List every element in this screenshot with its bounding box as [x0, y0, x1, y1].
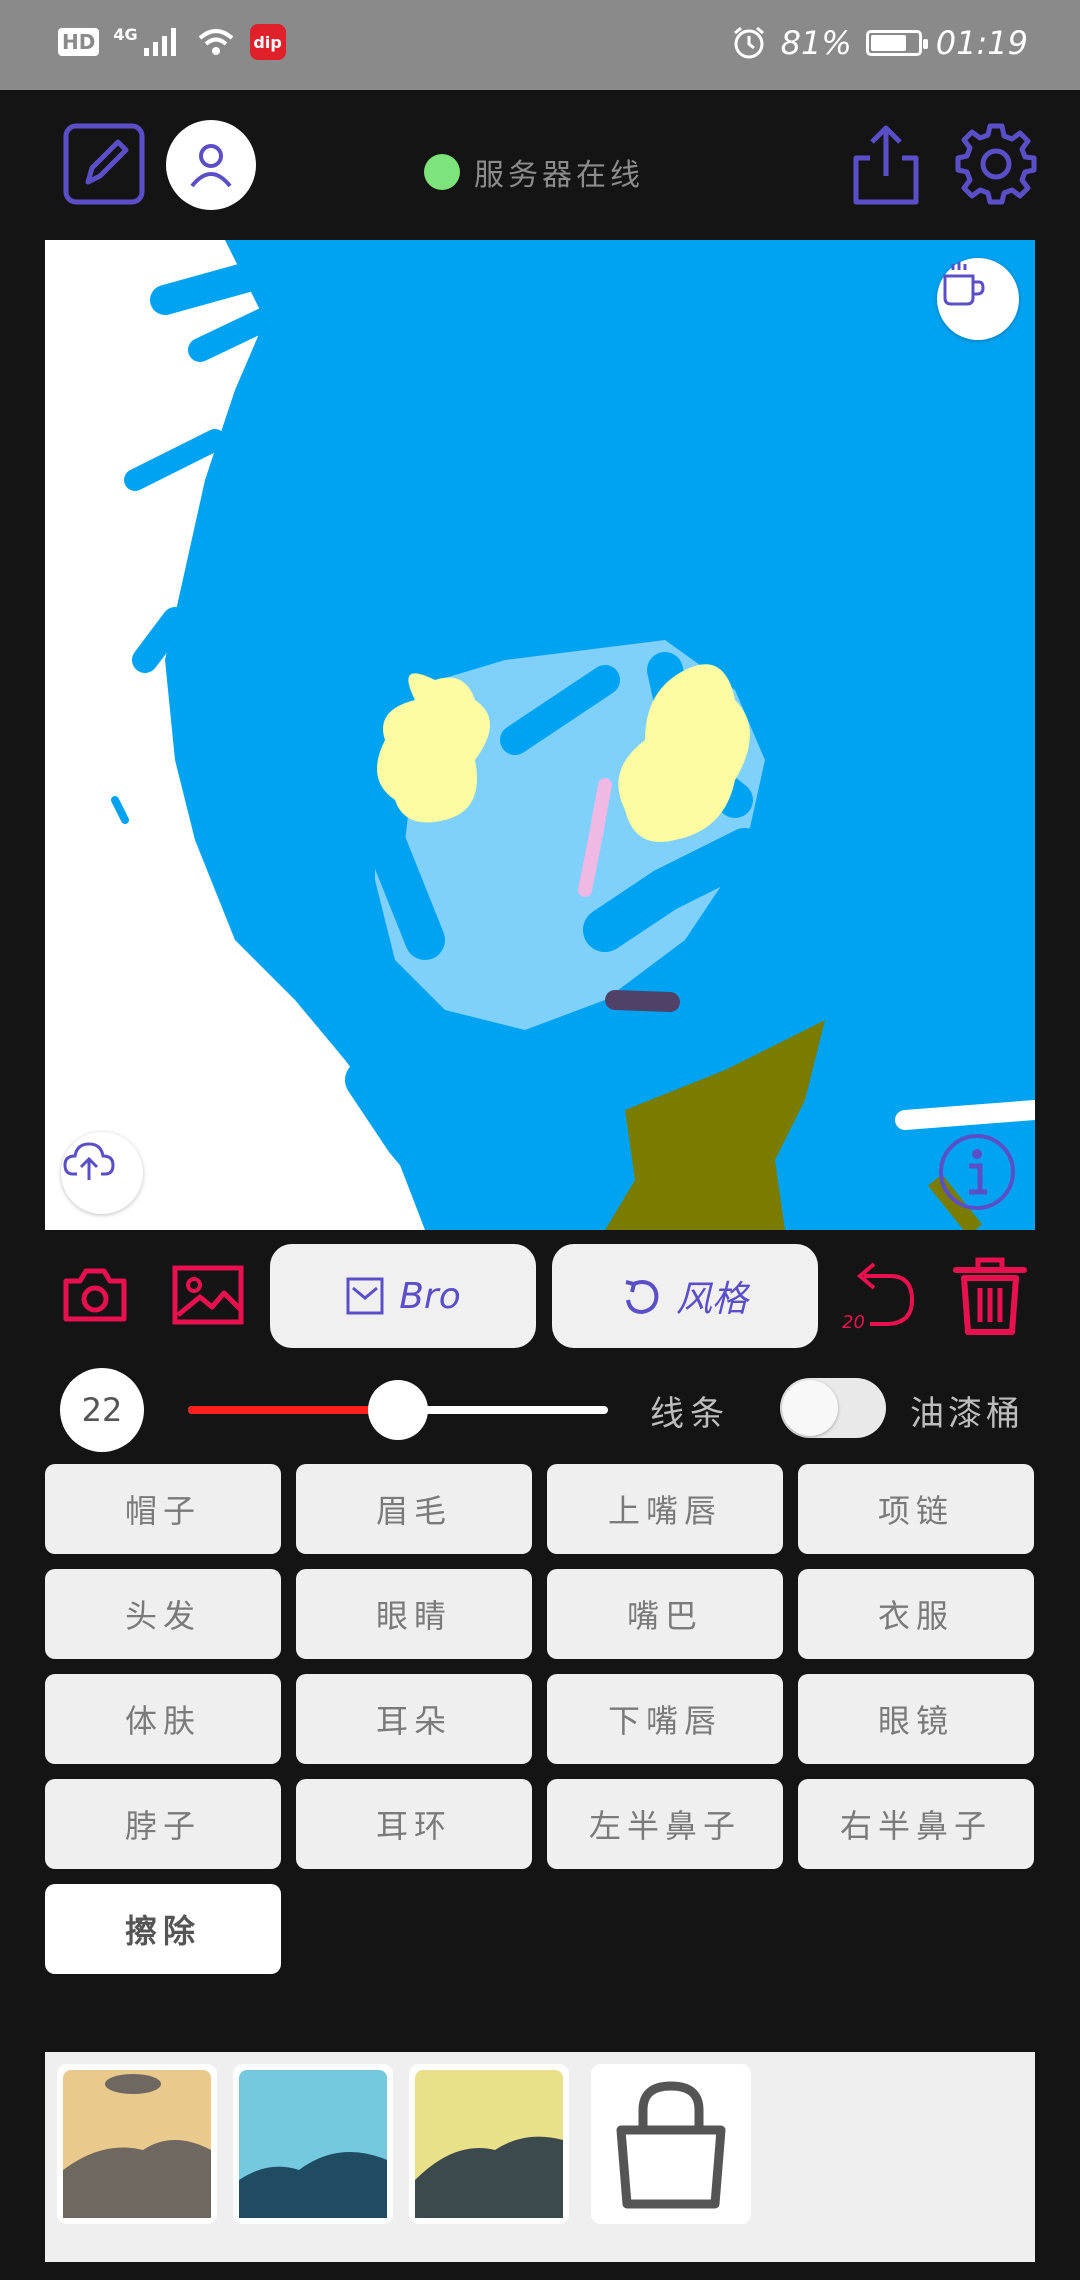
hd-indicator: HD	[58, 28, 100, 56]
status-right: 81% 01:19	[731, 24, 1028, 62]
part-button[interactable]: 嘴巴	[547, 1569, 783, 1659]
part-button[interactable]: 耳朵	[296, 1674, 532, 1764]
thumbnail-image	[63, 2070, 211, 2218]
line-label: 线条	[650, 1394, 730, 1434]
sketch-drawing	[111, 240, 1035, 1230]
slider-fill	[188, 1406, 398, 1414]
rotate-ccw-icon	[625, 1280, 659, 1315]
paint-bucket-label: 油漆桶	[910, 1394, 1024, 1434]
bro-button[interactable]: Bro	[270, 1244, 536, 1348]
part-button[interactable]: 眼镜	[798, 1674, 1034, 1764]
status-left: HD 4G dip	[58, 24, 286, 60]
server-status: 服务器在线	[424, 150, 644, 194]
result-thumbnails	[45, 2052, 1035, 2262]
app-badge-icon: dip	[249, 24, 286, 60]
trash-icon	[953, 1257, 1027, 1335]
part-button[interactable]: 项链	[798, 1464, 1034, 1554]
style-label: 风格	[675, 1279, 748, 1320]
part-button[interactable]: 右半鼻子	[798, 1779, 1034, 1869]
bro-label: Bro	[399, 1275, 461, 1317]
server-status-label: 服务器在线	[474, 158, 644, 193]
camera-button[interactable]	[62, 1262, 128, 1328]
user-icon	[190, 144, 232, 188]
coffee-cup-icon	[943, 262, 985, 306]
coffee-button[interactable]	[937, 258, 1019, 340]
gallery-button[interactable]	[172, 1262, 244, 1328]
thumbnail-image	[415, 2070, 563, 2218]
upload-cloud-icon	[63, 1142, 115, 1180]
clock: 01:19	[935, 24, 1028, 62]
upload-button[interactable]	[61, 1132, 143, 1214]
brush-size-badge: 22	[60, 1368, 144, 1452]
part-button[interactable]: 帽子	[45, 1464, 281, 1554]
brush-size-slider[interactable]	[188, 1380, 608, 1440]
part-button[interactable]: 衣服	[798, 1569, 1034, 1659]
share-button[interactable]	[848, 122, 924, 208]
toggle-knob	[782, 1380, 838, 1436]
edit-icon	[63, 123, 145, 205]
undo-count: 20	[842, 1312, 865, 1333]
style-button[interactable]: 风格	[552, 1244, 818, 1348]
signal-icon	[143, 28, 176, 56]
mail-checkbox-icon	[346, 1277, 384, 1315]
alarm-icon	[733, 26, 764, 59]
wifi-icon	[198, 29, 233, 55]
shopping-bag-icon	[616, 2081, 726, 2209]
part-button[interactable]: 眼睛	[296, 1569, 532, 1659]
part-button[interactable]: 擦除	[45, 1884, 281, 1974]
paint-bucket-toggle[interactable]	[780, 1378, 886, 1438]
thumbnail-2[interactable]	[233, 2064, 393, 2224]
battery-percent: 81%	[780, 24, 852, 62]
image-icon	[172, 1265, 244, 1325]
part-button[interactable]: 上嘴唇	[547, 1464, 783, 1554]
server-status-dot	[424, 154, 460, 190]
delete-button[interactable]	[952, 1256, 1028, 1336]
part-button[interactable]: 左半鼻子	[547, 1779, 783, 1869]
drawing-canvas[interactable]	[45, 240, 1035, 1230]
brush-controls: 22 线条 油漆桶	[0, 1368, 1080, 1458]
thumbnail-3[interactable]	[409, 2064, 569, 2224]
part-button[interactable]: 头发	[45, 1569, 281, 1659]
settings-icon	[955, 123, 1037, 205]
part-button[interactable]: 体肤	[45, 1674, 281, 1764]
status-bar: HD 4G dip 81% 01:19	[0, 0, 1080, 90]
battery-fill	[870, 35, 907, 51]
battery-icon	[865, 30, 928, 56]
part-button[interactable]: 眉毛	[296, 1464, 532, 1554]
part-button[interactable]: 耳环	[296, 1779, 532, 1869]
shop-button[interactable]	[591, 2064, 751, 2224]
profile-button[interactable]	[166, 120, 256, 210]
settings-button[interactable]	[954, 122, 1038, 206]
slider-thumb[interactable]	[368, 1380, 428, 1440]
info-icon	[939, 1134, 1015, 1210]
info-button[interactable]	[937, 1132, 1019, 1214]
parts-grid: 帽子 眉毛 上嘴唇 项链头发 眼睛 嘴巴 衣服体肤 耳朵 下嘴唇 眼镜脖子 耳环 左半鼻子 右半鼻子擦除	[45, 1464, 1035, 1974]
share-icon	[853, 125, 919, 205]
part-button[interactable]: 下嘴唇	[547, 1674, 783, 1764]
thumbnail-image	[239, 2070, 387, 2218]
thumbnail-1[interactable]	[57, 2064, 217, 2224]
part-button[interactable]: 脖子	[45, 1779, 281, 1869]
edit-button[interactable]	[62, 122, 146, 206]
camera-icon	[63, 1268, 127, 1322]
network-type: 4G	[113, 24, 138, 44]
